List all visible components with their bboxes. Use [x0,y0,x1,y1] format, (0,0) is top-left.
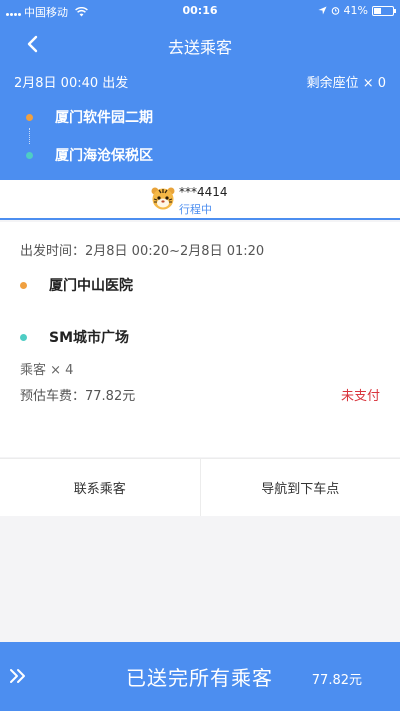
contact-passenger-button[interactable]: 联系乘客 [0,459,200,516]
route-connector [29,128,153,144]
action-bar: 联系乘客 导航到下车点 [0,458,400,516]
dropoff-name: SM城市广场 [49,330,130,346]
trip-summary: 2月8日 00:40 出发 剩余座位 × 0 [14,72,386,91]
trip-status: 行程中 [179,203,212,216]
passenger-card: 出发时间：2月8日 00:20~2月8日 01:20 厦门中山医院 SM城市广场… [0,222,400,457]
passenger-count: 乘客 × 4 [20,363,74,378]
passenger-phone: ***4414 [179,185,228,199]
route: 厦门软件园二期 厦门海沧保税区 [26,106,153,166]
payment-status: 未支付 [340,389,380,404]
complete-trip-label: 已送完所有乘客 [126,666,273,690]
nav-bar: 去送乘客 [0,26,400,62]
double-chevron-right-icon [10,669,25,683]
origin-name: 厦门软件园二期 [55,110,153,126]
route-destination: 厦门海沧保税区 [26,144,153,166]
location-arrow-icon [317,6,327,15]
destination-name: 厦门海沧保税区 [55,148,153,164]
navigate-dropoff-button[interactable]: 导航到下车点 [199,459,400,516]
dropoff-location: SM城市广场 [20,327,129,347]
page-title: 去送乘客 [167,38,232,57]
passenger-tab[interactable]: ***4414 行程中 [0,180,400,220]
route-origin: 厦门软件园二期 [26,106,153,128]
battery-icon [372,5,396,16]
pickup-location: 厦门中山医院 [20,275,133,295]
total-price: 77.82元 [311,673,362,688]
dropoff-dot-icon [20,333,27,341]
departure-window: 出发时间：2月8日 00:20~2月8日 01:20 [20,244,265,259]
header-panel: 中国移动 00:16 41% 去送乘客 2月8日 00:40 出发 剩余座位 ×… [0,0,400,180]
remaining-seats: 剩余座位 × 0 [306,76,386,91]
complete-trip-button[interactable]: 已送完所有乘客 77.82元 [0,642,400,711]
status-bar: 中国移动 00:16 41% [0,0,400,22]
tiger-avatar-icon [151,187,175,210]
departure-time: 2月8日 00:40 出发 [14,76,129,91]
battery-percent: 41% [343,4,368,17]
origin-dot-icon [26,113,33,121]
status-right: 41% [317,4,396,17]
alarm-icon [331,7,339,15]
destination-dot-icon [26,151,33,159]
pickup-dot-icon [20,281,27,289]
pickup-name: 厦门中山医院 [49,278,133,294]
estimated-fare: 预估车费：77.82元 [20,389,136,404]
